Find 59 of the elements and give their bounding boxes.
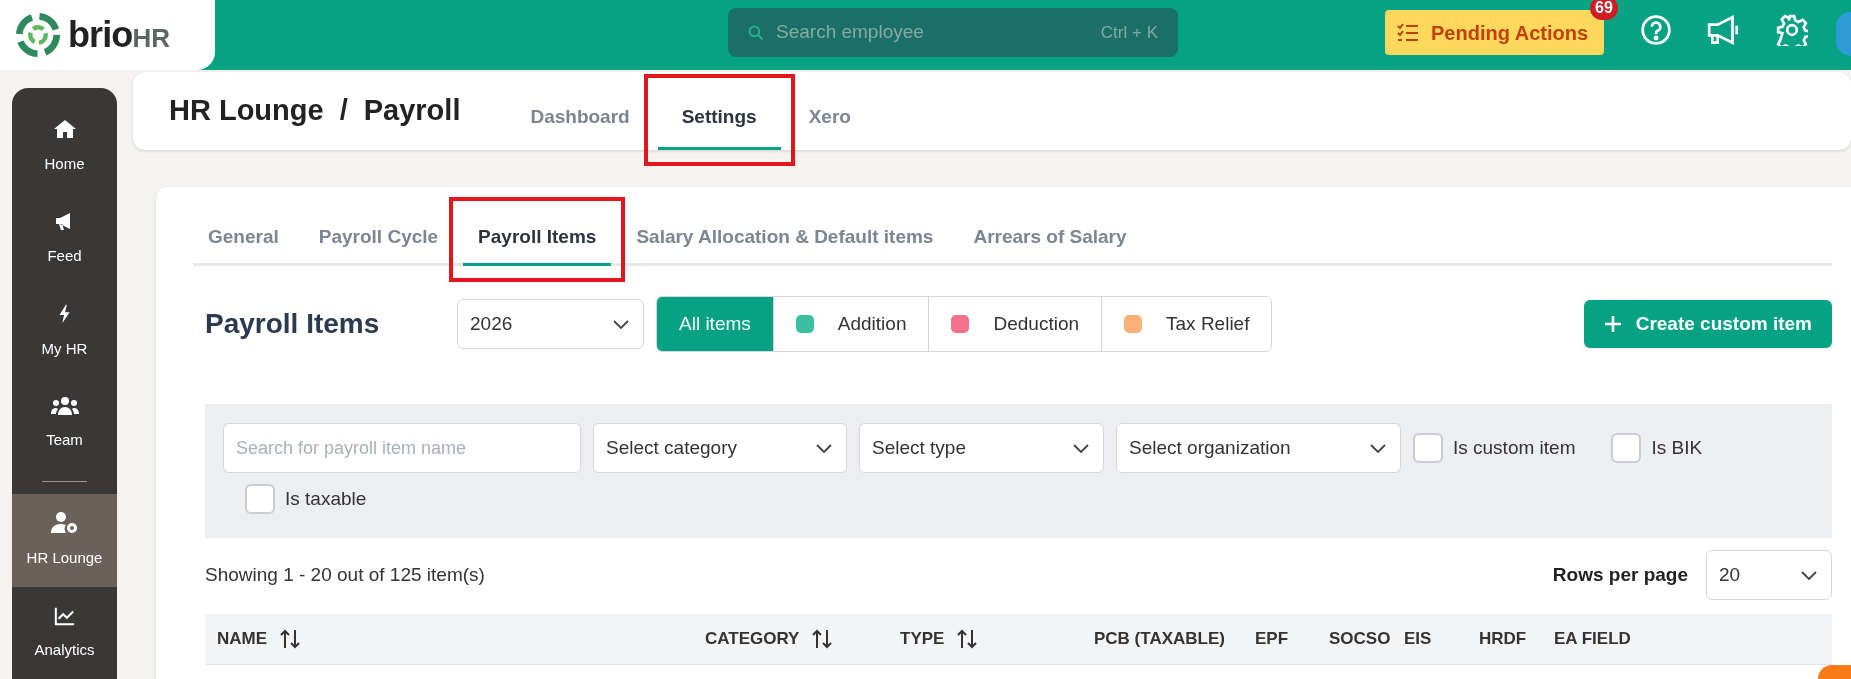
logo-icon bbox=[16, 13, 60, 57]
sidebar-item[interactable]: HR Lounge bbox=[12, 494, 117, 587]
result-count: Showing 1 - 20 out of 125 item(s) bbox=[205, 562, 485, 587]
logo-text: HR bbox=[132, 23, 170, 55]
sidebar-item[interactable]: Analytics bbox=[12, 586, 117, 679]
column-header: EA FIELD bbox=[1554, 628, 1632, 651]
sidebar-item[interactable]: Home bbox=[12, 100, 117, 193]
section-title: Payroll Items bbox=[205, 307, 381, 341]
year-dropdown[interactable]: 2026 bbox=[457, 299, 644, 349]
people-icon bbox=[50, 394, 79, 417]
chat-bubble[interactable] bbox=[1818, 665, 1851, 679]
filter-dropdown[interactable]: Select type bbox=[859, 423, 1104, 473]
column-header[interactable]: CATEGORY bbox=[705, 626, 900, 652]
logo-text: brio bbox=[68, 13, 133, 57]
notification-badge: 69 bbox=[1590, 0, 1618, 20]
checkbox[interactable] bbox=[1611, 433, 1642, 463]
column-header[interactable]: TYPE bbox=[900, 626, 1094, 652]
breadcrumb-separator: / bbox=[339, 93, 348, 129]
plus-icon bbox=[1603, 315, 1622, 333]
column-header: SOCSO bbox=[1329, 628, 1392, 651]
column-header: PCB (TAXABLE) bbox=[1094, 628, 1226, 651]
column-header[interactable]: NAME bbox=[217, 626, 705, 652]
search-field[interactable]: Search for payroll item name bbox=[223, 423, 581, 473]
header-tab[interactable]: Settings bbox=[657, 88, 781, 150]
sidebar-item[interactable]: Team bbox=[12, 377, 117, 470]
user-gear-icon bbox=[50, 511, 79, 536]
column-header: EIS bbox=[1404, 628, 1433, 651]
filter-dropdown[interactable]: Select category bbox=[593, 423, 847, 473]
checkbox-label: Is taxable bbox=[285, 486, 367, 511]
breadcrumb-item[interactable]: HR Lounge bbox=[169, 89, 324, 133]
rows-per-page-label: Rows per page bbox=[1552, 562, 1688, 587]
sort-icon[interactable] bbox=[811, 628, 834, 650]
help-icon[interactable] bbox=[1640, 14, 1672, 46]
column-header: HRDF bbox=[1479, 628, 1528, 651]
header-tab[interactable]: Dashboard bbox=[516, 88, 644, 150]
sidebar-item[interactable]: Feed bbox=[12, 192, 117, 285]
checkbox-label: Is custom item bbox=[1453, 435, 1576, 460]
sort-icon[interactable] bbox=[279, 628, 302, 650]
sidebar-item[interactable]: My HR bbox=[12, 284, 117, 377]
segment-tab[interactable]: Tax Relief bbox=[1101, 297, 1272, 351]
search-icon bbox=[748, 24, 764, 41]
sort-icon[interactable] bbox=[956, 628, 979, 650]
sub-tab[interactable]: Payroll Cycle bbox=[303, 211, 454, 266]
breadcrumb-item: Payroll bbox=[363, 93, 461, 129]
column-header: EPF bbox=[1255, 628, 1290, 651]
sub-tab[interactable]: Arrears of Salary bbox=[958, 211, 1142, 266]
checklist-icon bbox=[1397, 22, 1419, 43]
sub-tab[interactable]: Salary Allocation & Default items bbox=[621, 211, 949, 266]
filter-dropdown[interactable]: Select organization bbox=[1116, 423, 1401, 473]
search-placeholder: Search employee bbox=[776, 20, 925, 45]
shortcut-hint: Ctrl + K bbox=[1100, 21, 1158, 44]
checkbox[interactable] bbox=[1413, 433, 1443, 463]
sub-tab[interactable]: General bbox=[193, 211, 294, 266]
checkbox-label: Is BIK bbox=[1651, 435, 1703, 460]
header-tab[interactable]: Xero bbox=[794, 88, 865, 150]
settings-icon[interactable] bbox=[1776, 14, 1808, 46]
sub-tab[interactable]: Payroll Items bbox=[463, 211, 612, 266]
checkbox[interactable] bbox=[245, 484, 275, 514]
rows-per-page-dropdown[interactable]: 20 bbox=[1706, 550, 1832, 600]
